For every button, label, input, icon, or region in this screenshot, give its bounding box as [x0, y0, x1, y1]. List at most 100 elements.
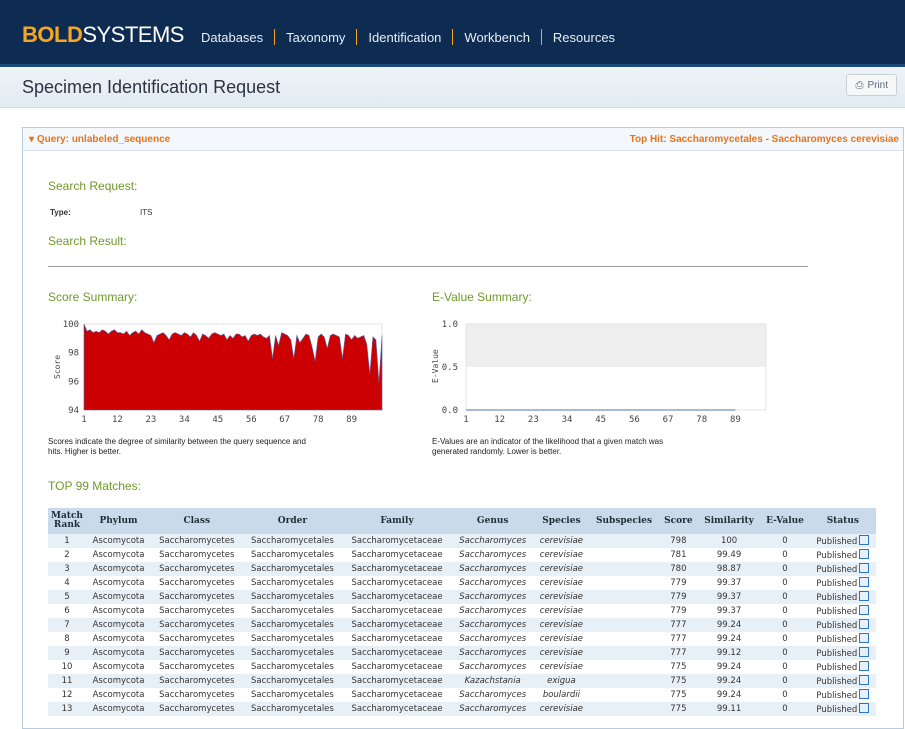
external-link-icon[interactable]: [859, 605, 870, 615]
external-link-icon[interactable]: [859, 703, 870, 713]
query-toggle[interactable]: ▾ Query: unlabeled_sequence: [29, 134, 170, 145]
table-row[interactable]: 11 Ascomycota Saccharomycetes Saccharomycet…: [48, 674, 876, 688]
external-link-icon[interactable]: [859, 563, 870, 573]
table-row[interactable]: 9 Ascomycota Saccharomycetes Saccharomyceta…: [48, 646, 876, 660]
table-cell: Saccharomycetes: [151, 646, 243, 660]
top-hit[interactable]: Top Hit: Saccharomycetales - Saccharomyc…: [630, 134, 899, 145]
table-cell: cerevisiae: [533, 576, 590, 590]
table-cell: 1: [48, 534, 86, 548]
column-header[interactable]: Genus: [451, 508, 534, 534]
table-cell[interactable]: Published: [809, 688, 876, 702]
table-cell[interactable]: Published: [809, 562, 876, 576]
table-row[interactable]: 5 Ascomycota Saccharomycetes Saccharomyceta…: [48, 590, 876, 604]
table-cell: 11: [48, 674, 86, 688]
table-cell: cerevisiae: [533, 604, 590, 618]
column-header[interactable]: Species: [533, 508, 590, 534]
table-cell[interactable]: Published: [809, 576, 876, 590]
external-link-icon[interactable]: [859, 633, 870, 643]
table-cell: [589, 548, 659, 562]
table-cell: Saccharomycetales: [242, 534, 343, 548]
table-cell: 10: [48, 660, 86, 674]
table-cell: cerevisiae: [533, 534, 590, 548]
table-cell: Ascomycota: [85, 702, 152, 716]
y-tick-label: 94: [68, 406, 79, 416]
table-cell: Ascomycota: [85, 618, 152, 632]
column-header[interactable]: Score: [659, 508, 698, 534]
external-link-icon[interactable]: [859, 549, 870, 559]
x-tick-label: 23: [528, 415, 539, 425]
nav-workbench[interactable]: Workbench: [453, 30, 541, 45]
external-link-icon[interactable]: [859, 577, 870, 587]
table-cell[interactable]: Published: [809, 632, 876, 646]
nav-taxonomy[interactable]: Taxonomy: [275, 30, 356, 45]
table-cell: Saccharomycetes: [151, 660, 243, 674]
table-row[interactable]: 8 Ascomycota Saccharomycetes Saccharomyceta…: [48, 632, 876, 646]
table-cell[interactable]: Published: [809, 674, 876, 688]
column-header[interactable]: Match Rank: [48, 508, 86, 534]
table-cell[interactable]: Published: [809, 604, 876, 618]
table-row[interactable]: 12 Ascomycota Saccharomycetes Saccharomycet…: [48, 688, 876, 702]
table-cell: 781: [659, 548, 698, 562]
external-link-icon[interactable]: [859, 619, 870, 629]
logo-bold: BOLD: [22, 22, 83, 47]
table-row[interactable]: 6 Ascomycota Saccharomycetes Saccharomyceta…: [48, 604, 876, 618]
nav-resources[interactable]: Resources: [542, 30, 626, 45]
external-link-icon[interactable]: [859, 689, 870, 699]
column-header[interactable]: Phylum: [85, 508, 152, 534]
table-cell: 99.37: [697, 604, 761, 618]
table-row[interactable]: 10 Ascomycota Saccharomycetes Saccharomycet…: [48, 660, 876, 674]
table-cell: Saccharomyces: [451, 590, 534, 604]
external-link-icon[interactable]: [859, 535, 870, 545]
nav-databases[interactable]: Databases: [190, 30, 274, 45]
nav-identification[interactable]: Identification: [357, 30, 452, 45]
table-cell[interactable]: Published: [809, 534, 876, 548]
table-cell: Saccharomycetes: [151, 534, 243, 548]
table-cell: Saccharomycetales: [242, 660, 343, 674]
x-tick-label: 67: [279, 415, 290, 425]
table-cell: Saccharomycetales: [242, 646, 343, 660]
table-cell: 99.12: [697, 646, 761, 660]
external-link-icon[interactable]: [859, 591, 870, 601]
table-row[interactable]: 4 Ascomycota Saccharomycetes Saccharomyceta…: [48, 576, 876, 590]
x-tick-label: 89: [346, 415, 357, 425]
table-cell: Saccharomyces: [451, 548, 534, 562]
external-link-icon[interactable]: [859, 661, 870, 671]
x-tick-label: 1: [81, 415, 86, 425]
column-header[interactable]: Status: [809, 508, 876, 534]
table-cell: Saccharomyces: [451, 618, 534, 632]
external-link-icon[interactable]: [859, 647, 870, 657]
table-row[interactable]: 13 Ascomycota Saccharomycetes Saccharomycet…: [48, 702, 876, 716]
table-cell: Saccharomycetaceae: [342, 688, 452, 702]
query-panel-header[interactable]: ▾ Query: unlabeled_sequence Top Hit: Sac…: [23, 128, 903, 151]
table-cell: 99.24: [697, 618, 761, 632]
table-row[interactable]: 1 Ascomycota Saccharomycetes Saccharomyceta…: [48, 534, 876, 548]
bold-systems-logo[interactable]: BOLDSYSTEMS: [22, 22, 184, 48]
column-header[interactable]: Family: [342, 508, 452, 534]
table-cell: 0: [760, 688, 810, 702]
table-cell: Saccharomycetales: [242, 618, 343, 632]
external-link-icon[interactable]: [859, 675, 870, 685]
column-header[interactable]: Similarity: [697, 508, 761, 534]
table-cell[interactable]: Published: [809, 702, 876, 716]
table-cell: boulardii: [533, 688, 590, 702]
column-header[interactable]: Subspecies: [589, 508, 659, 534]
divider: [48, 266, 808, 267]
y-tick-label: 0.5: [442, 363, 458, 373]
table-cell[interactable]: Published: [809, 646, 876, 660]
y-tick-label: 100: [63, 320, 79, 330]
table-cell[interactable]: Published: [809, 548, 876, 562]
print-button[interactable]: ⎙ Print: [846, 74, 897, 96]
table-cell[interactable]: Published: [809, 618, 876, 632]
score-caption: Scores indicate the degree of similarity…: [48, 437, 306, 456]
table-cell[interactable]: Published: [809, 590, 876, 604]
table-cell: 99.24: [697, 674, 761, 688]
column-header[interactable]: E-Value: [760, 508, 810, 534]
column-header[interactable]: Order: [242, 508, 343, 534]
table-cell[interactable]: Published: [809, 660, 876, 674]
table-cell: Saccharomycetales: [242, 632, 343, 646]
column-header[interactable]: Class: [151, 508, 243, 534]
table-row[interactable]: 3 Ascomycota Saccharomycetes Saccharomyceta…: [48, 562, 876, 576]
table-cell: Saccharomycetales: [242, 674, 343, 688]
table-row[interactable]: 2 Ascomycota Saccharomycetes Saccharomyceta…: [48, 548, 876, 562]
table-row[interactable]: 7 Ascomycota Saccharomycetes Saccharomyceta…: [48, 618, 876, 632]
